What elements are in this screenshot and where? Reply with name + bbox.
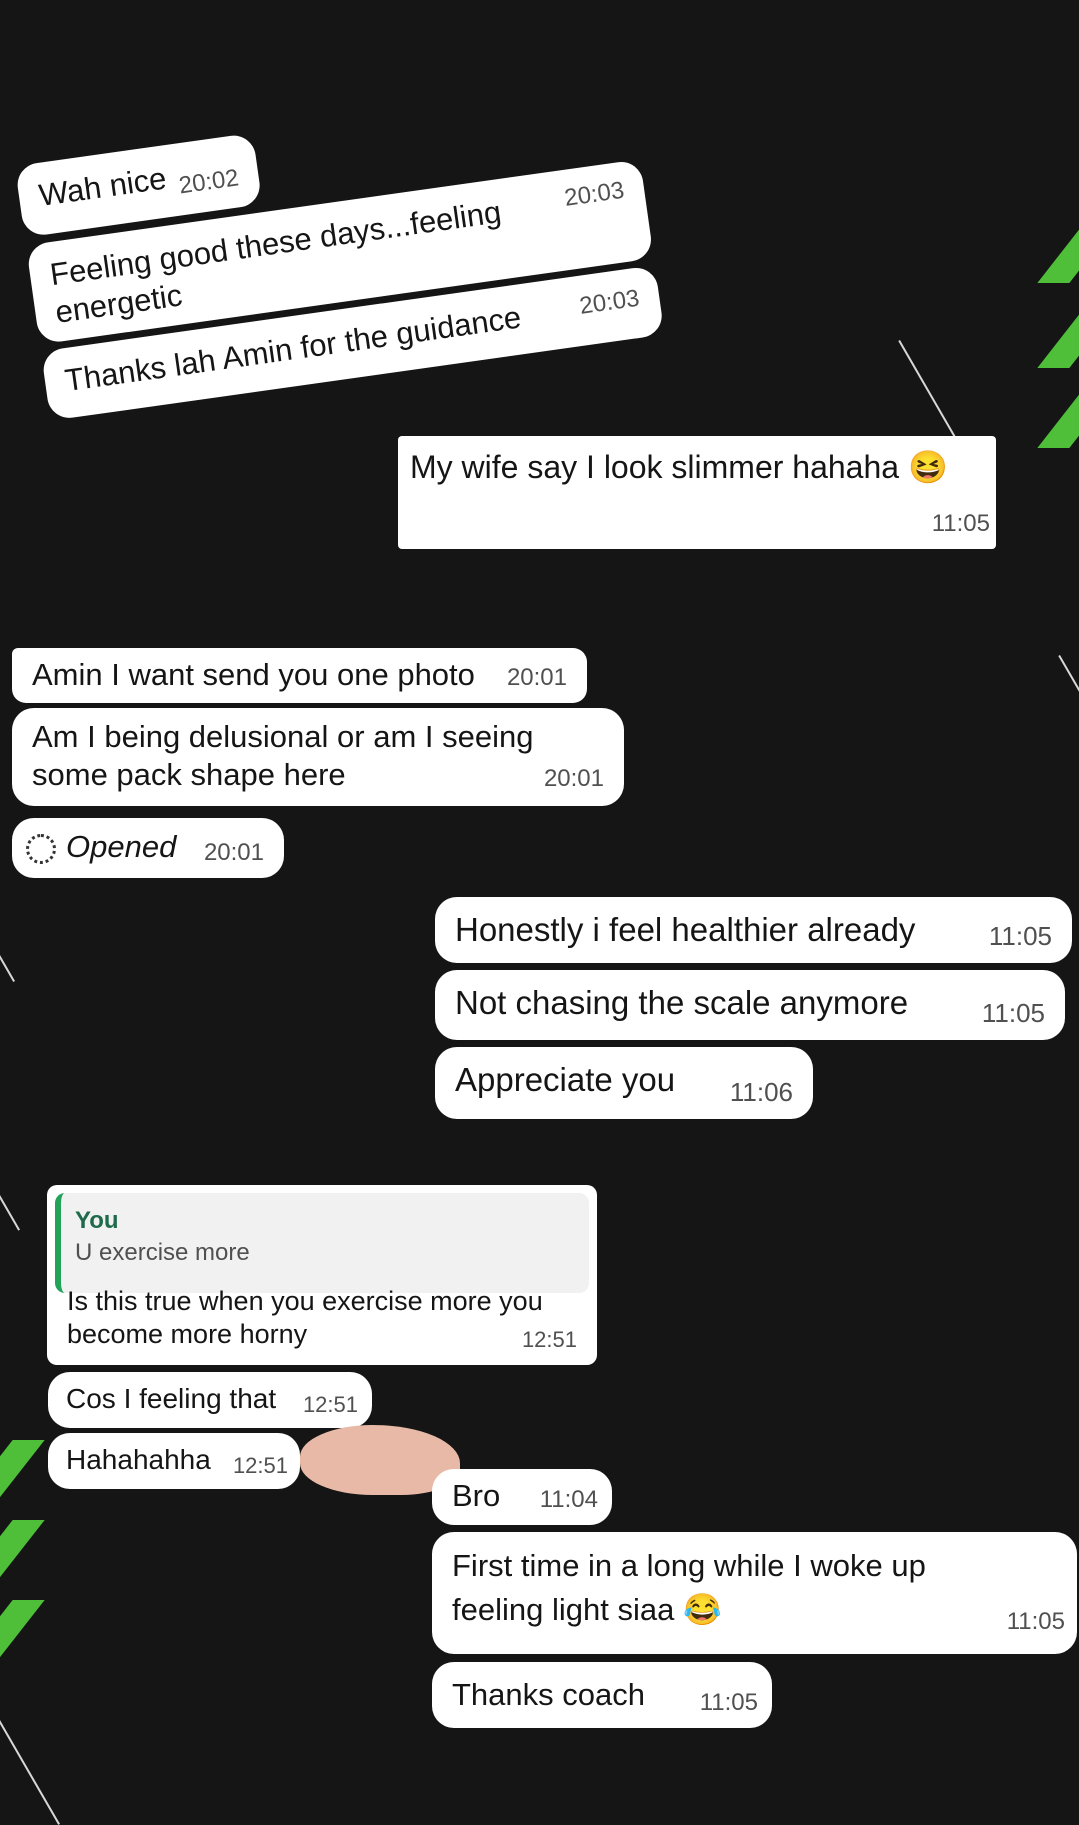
message-bubble[interactable]: Appreciate you 11:06: [435, 1047, 813, 1119]
opened-status-bubble[interactable]: Opened 20:01: [12, 818, 284, 878]
quoted-message[interactable]: You U exercise more: [55, 1193, 589, 1293]
line-decoration: [0, 955, 15, 982]
message-time: 20:01: [543, 765, 604, 792]
line-decoration: [1058, 655, 1079, 700]
message-time: 11:05: [931, 510, 990, 537]
line-decoration: [0, 1195, 20, 1231]
message-time: 20:01: [506, 664, 567, 691]
message-time: 11:05: [981, 998, 1045, 1028]
message-text: My wife say I look slimmer hahaha: [410, 449, 900, 485]
message-text: feeling light siaa: [452, 1592, 675, 1627]
chat-group-tilted: Wah nice 20:02 Feeling good these days..…: [0, 0, 1079, 472]
message-bubble[interactable]: First time in a long while I woke up fee…: [432, 1532, 1077, 1654]
quoted-author: You: [75, 1207, 119, 1234]
message-text: Honestly i feel healthier already: [455, 911, 916, 948]
message-text: feeling light siaa 😂: [452, 1588, 1057, 1632]
message-bubble[interactable]: Amin I want send you one photo 20:01: [12, 648, 587, 703]
message-text: some pack shape here: [32, 757, 346, 792]
line-decoration: [898, 340, 960, 445]
message-bubble[interactable]: Not chasing the scale anymore 11:05: [435, 970, 1065, 1040]
message-bubble[interactable]: My wife say I look slimmer hahaha 😆 11:0…: [398, 436, 996, 549]
message-text: My wife say I look slimmer hahaha 😆: [410, 448, 984, 486]
message-bubble[interactable]: Hahahahha 12:51: [48, 1433, 300, 1489]
message-text: First time in a long while I woke up: [452, 1548, 926, 1583]
reply-message-bubble[interactable]: You U exercise more Is this true when yo…: [47, 1185, 597, 1365]
message-time: 12:51: [302, 1392, 358, 1417]
message-text: Amin I want send you one photo: [32, 657, 475, 692]
message-time: 11:05: [988, 921, 1052, 951]
line-decoration: [0, 1720, 61, 1825]
message-time: 20:02: [177, 164, 241, 200]
message-bubble[interactable]: Bro 11:04: [432, 1469, 612, 1525]
tears-of-joy-emoji-icon: 😂: [682, 1592, 722, 1627]
message-bubble[interactable]: Am I being delusional or am I seeing som…: [12, 708, 624, 806]
message-text: Is this true when you exercise more you: [67, 1286, 543, 1316]
message-bubble[interactable]: Honestly i feel healthier already 11:05: [435, 897, 1072, 963]
message-time: 11:06: [729, 1077, 793, 1107]
quoted-text: U exercise more: [75, 1239, 250, 1266]
green-stripe-decoration: [0, 1520, 45, 1578]
message-text: Not chasing the scale anymore: [455, 984, 909, 1021]
message-time: 12:51: [521, 1327, 577, 1352]
message-body: Is this true when you exercise more you …: [67, 1285, 543, 1351]
message-time: 12:51: [232, 1453, 288, 1478]
message-bubble[interactable]: Cos I feeling that 12:51: [48, 1372, 372, 1428]
opened-status-label: Opened: [66, 829, 177, 864]
message-time: 20:01: [203, 839, 264, 866]
message-time: 11:04: [539, 1486, 598, 1513]
message-bubble[interactable]: Thanks coach 11:05: [432, 1662, 772, 1728]
opened-status-icon: [26, 833, 56, 864]
green-stripe-decoration: [0, 1440, 45, 1498]
message-text: Am I being delusional or am I seeing: [32, 719, 534, 754]
message-time: 11:05: [1006, 1608, 1065, 1635]
laughing-emoji-icon: 😆: [907, 449, 948, 485]
green-stripe-decoration: [0, 1600, 45, 1658]
green-stripe-decoration: [1037, 390, 1079, 448]
message-text: become more horny: [67, 1319, 308, 1349]
message-time: 11:05: [699, 1689, 758, 1716]
